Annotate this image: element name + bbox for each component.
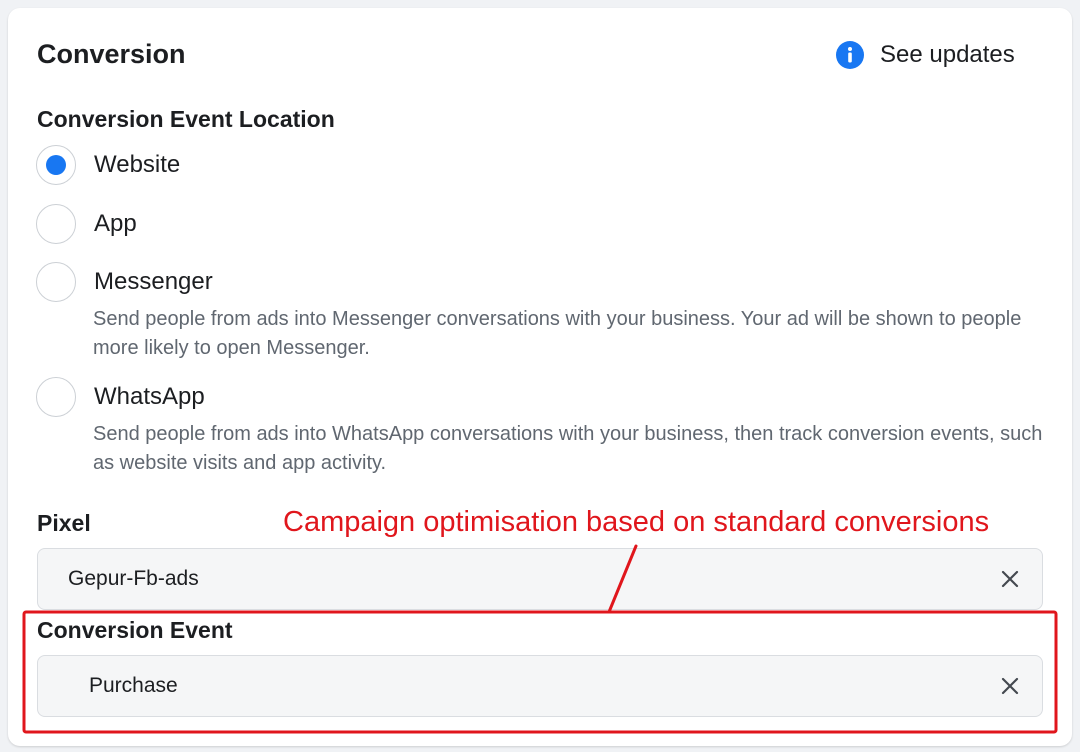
radio-option-whatsapp[interactable]: WhatsApp [36,377,1036,417]
radio-option-messenger[interactable]: Messenger [36,262,1036,302]
radio-label-app: App [94,210,137,237]
pixel-value: Gepur-Fb-ads [68,567,199,590]
messenger-description: Send people from ads into Messenger conv… [93,308,1022,359]
radio-option-app[interactable]: App [36,204,1036,244]
annotation-text: Campaign optimisation based on standard … [283,506,990,538]
radio-label-messenger: Messenger [94,268,213,295]
see-updates-label: See updates [880,41,1015,68]
conversion-event-label: Conversion Event [37,617,233,643]
conversion-event-select[interactable]: Purchase [37,655,1043,717]
radio-button-website[interactable] [36,145,76,185]
section-title: Conversion [37,39,186,69]
close-icon[interactable] [1000,676,1020,696]
conversion-location-label: Conversion Event Location [37,106,335,132]
conversion-event-value: Purchase [89,674,178,697]
radio-button-whatsapp[interactable] [36,377,76,417]
whatsapp-description: Send people from ads into WhatsApp conve… [93,423,1043,474]
pixel-label: Pixel [37,510,91,536]
close-icon[interactable] [1000,569,1020,589]
radio-option-website[interactable]: Website [36,145,1036,185]
see-updates-link[interactable]: See updates [836,40,1015,70]
info-icon [836,41,864,69]
radio-label-whatsapp: WhatsApp [94,383,205,410]
radio-button-messenger[interactable] [36,262,76,302]
pixel-select[interactable]: Gepur-Fb-ads [37,548,1043,610]
radio-button-app[interactable] [36,204,76,244]
radio-label-website: Website [94,151,181,178]
